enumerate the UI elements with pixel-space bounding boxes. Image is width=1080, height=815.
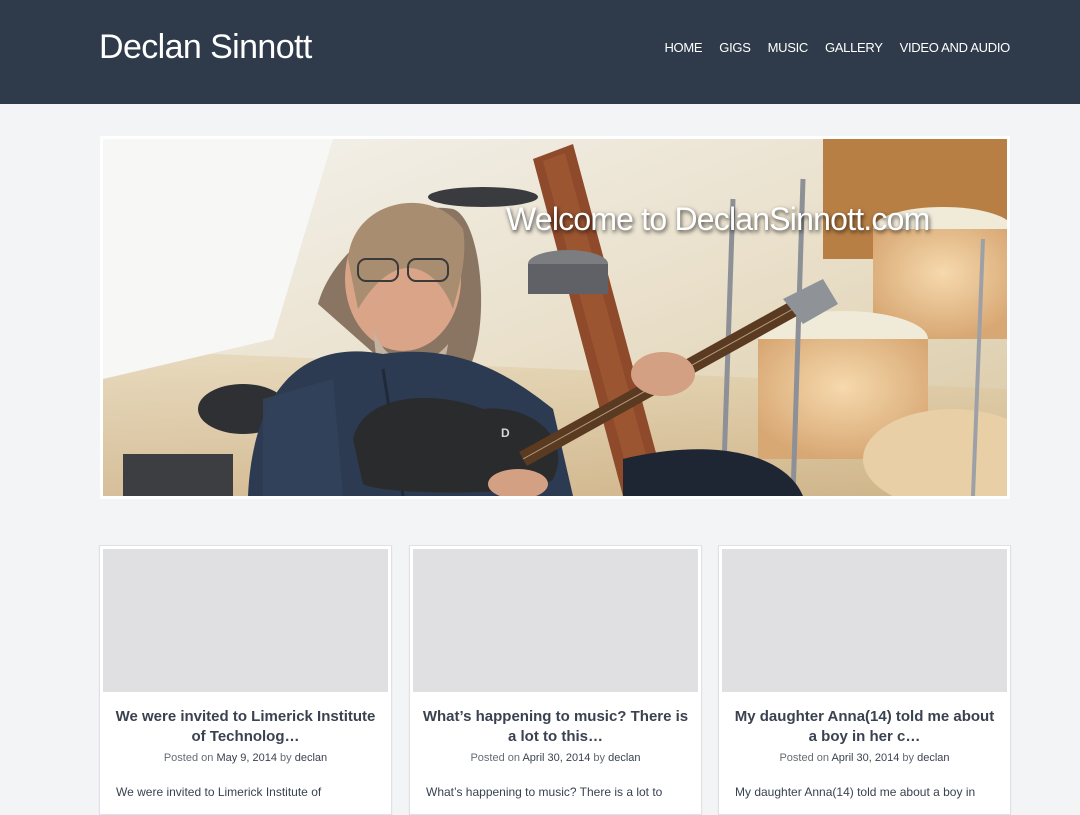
post-card: What’s happening to music? There is a lo… [409, 545, 702, 815]
nav-item-video-and-audio[interactable]: VIDEO AND AUDIO [900, 40, 1011, 55]
hero-photo-guitarist-illustration: D [103, 139, 1007, 496]
post-title[interactable]: What’s happening to music? There is a lo… [420, 707, 691, 747]
hero-banner: D Welcome to DeclanSinnott.com [100, 136, 1010, 499]
post-author[interactable]: declan [295, 752, 327, 764]
post-excerpt: What’s happening to music? There is a lo… [426, 785, 663, 799]
nav-item-gigs[interactable]: GIGS [719, 40, 751, 55]
post-author[interactable]: declan [917, 752, 949, 764]
post-author[interactable]: declan [608, 752, 640, 764]
posted-on-label: Posted on [470, 752, 521, 764]
post-date[interactable]: April 30, 2014 [522, 752, 590, 764]
post-title[interactable]: My daughter Anna(14) told me about a boy… [729, 707, 1000, 747]
post-date[interactable]: May 9, 2014 [216, 752, 277, 764]
svg-text:D: D [501, 426, 510, 440]
recent-posts: We were invited to Limerick Institute of… [99, 545, 1011, 815]
post-meta: Posted on April 30, 2014 by declan [410, 752, 701, 764]
main-nav: HOME GIGS MUSIC GALLERY VIDEO AND AUDIO [647, 40, 1010, 55]
post-thumbnail[interactable] [413, 549, 698, 692]
post-meta: Posted on May 9, 2014 by declan [100, 752, 391, 764]
by-label: by [280, 752, 292, 764]
hero-image: D Welcome to DeclanSinnott.com [103, 139, 1007, 496]
nav-item-home[interactable]: HOME [664, 40, 702, 55]
post-thumbnail[interactable] [103, 549, 388, 692]
hero-title: Welcome to DeclanSinnott.com [506, 201, 930, 237]
post-card: My daughter Anna(14) told me about a boy… [718, 545, 1011, 815]
posted-on-label: Posted on [779, 752, 830, 764]
by-label: by [902, 752, 915, 764]
by-label: by [593, 752, 606, 764]
post-excerpt: We were invited to Limerick Institute of [116, 785, 322, 799]
post-thumbnail[interactable] [722, 549, 1007, 692]
site-header: Declan Sinnott HOME GIGS MUSIC GALLERY V… [0, 0, 1080, 104]
post-date[interactable]: April 30, 2014 [831, 752, 899, 764]
nav-item-gallery[interactable]: GALLERY [825, 40, 883, 55]
posted-on-label: Posted on [163, 752, 214, 764]
post-card: We were invited to Limerick Institute of… [99, 545, 392, 815]
site-title[interactable]: Declan Sinnott [99, 28, 312, 67]
post-title[interactable]: We were invited to Limerick Institute of… [110, 707, 381, 747]
nav-item-music[interactable]: MUSIC [768, 40, 809, 55]
post-excerpt: My daughter Anna(14) told me about a boy… [735, 785, 976, 799]
post-meta: Posted on April 30, 2014 by declan [719, 752, 1010, 764]
